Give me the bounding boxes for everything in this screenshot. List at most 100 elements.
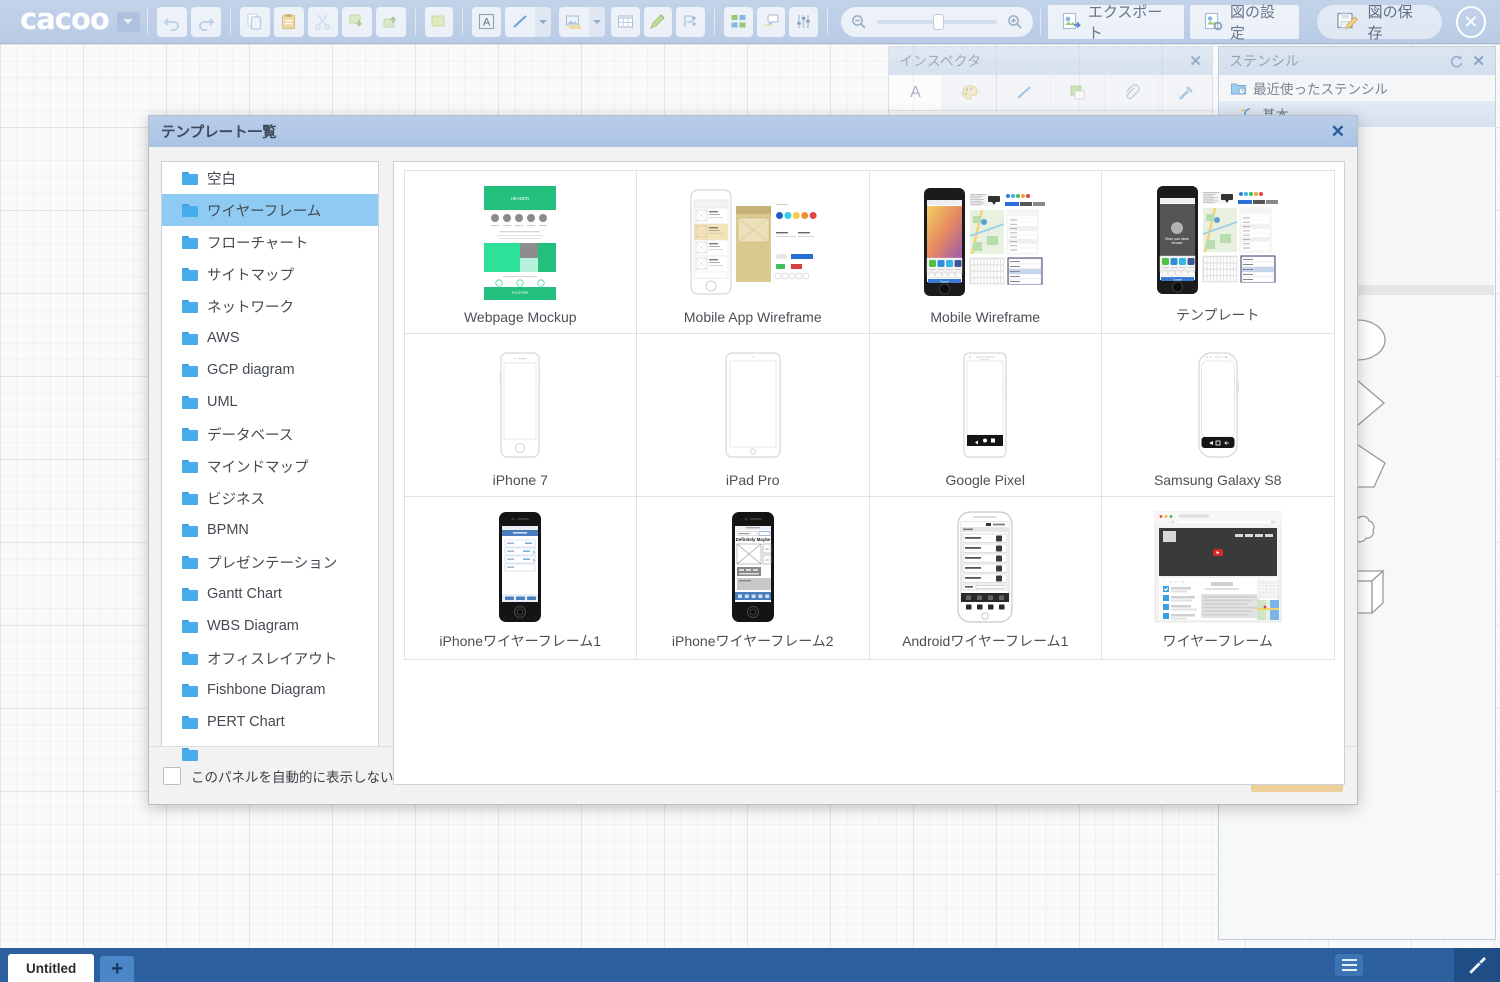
bottom-menu-button[interactable]: [1328, 948, 1370, 982]
category-item-13[interactable]: Gantt Chart: [162, 578, 378, 610]
category-item-2[interactable]: フローチャート: [162, 226, 378, 258]
diagram-settings-button[interactable]: 図の設定: [1190, 4, 1299, 42]
sheet-tab-untitled[interactable]: Untitled: [8, 954, 95, 982]
svg-text:Cancel: Cancel: [1173, 277, 1182, 281]
folder-icon: [182, 203, 198, 217]
comment-icon[interactable]: [756, 6, 786, 37]
add-sheet-button[interactable]: +: [100, 956, 135, 982]
fill-icon[interactable]: [424, 6, 454, 37]
cacoo-logo: cacoo: [20, 2, 110, 36]
undo-icon[interactable]: [156, 6, 187, 37]
close-icon[interactable]: ✕: [1455, 5, 1486, 38]
inspector-tab-line[interactable]: [997, 75, 1051, 110]
line-tool-icon[interactable]: [504, 6, 535, 37]
template-card-5[interactable]: iPad Pro: [636, 332, 870, 497]
redo-icon[interactable]: [190, 6, 221, 37]
hamburger-icon[interactable]: [1335, 954, 1363, 976]
inspector-tab-link[interactable]: [1105, 75, 1159, 110]
zoom-in-icon[interactable]: [1007, 14, 1023, 30]
inspector-tab-palette[interactable]: [943, 75, 997, 110]
template-card-6[interactable]: Google Pixel: [868, 332, 1102, 497]
category-sidebar[interactable]: 空白ワイヤーフレームフローチャートサイトマップ ネットワーク AWS GCP diag…: [161, 161, 379, 785]
line-tool-caret[interactable]: [534, 6, 551, 37]
category-item-6[interactable]: GCP diagram: [162, 354, 378, 386]
logo-dropdown-caret[interactable]: [116, 11, 140, 32]
toolbar-group-history: [155, 6, 223, 37]
template-thumbnail-image: [870, 340, 1102, 472]
toolbar-divider: [713, 8, 715, 35]
template-thumbnail-panel[interactable]: HEADER FOOTER Webpage Mockup Mobile App Wir…: [393, 161, 1345, 785]
folder-icon: [182, 235, 198, 249]
zoom-slider-knob[interactable]: [932, 13, 944, 30]
resize-handle-icon[interactable]: [1454, 948, 1500, 982]
dont-show-checkbox[interactable]: [163, 766, 181, 785]
zoom-slider-control[interactable]: [840, 6, 1033, 37]
inspector-close-icon[interactable]: ✕: [1189, 52, 1202, 70]
category-item-12[interactable]: プレゼンテーション: [162, 546, 378, 578]
inspector-tab-tools[interactable]: [1159, 75, 1212, 110]
category-item-16[interactable]: Fishbone Diagram: [162, 674, 378, 706]
category-item-0[interactable]: 空白: [162, 162, 378, 194]
stencil-item-recent[interactable]: 最近使ったステンシル: [1219, 75, 1495, 101]
template-grid: HEADER FOOTER Webpage Mockup Mobile App Wir…: [394, 162, 1344, 660]
paste-icon[interactable]: [273, 6, 304, 37]
template-card-9[interactable]: Definitely Maybe AD AD iPhoneワイヤーフレーム2: [636, 495, 870, 660]
refresh-icon[interactable]: [1449, 54, 1464, 69]
template-card-7[interactable]: Samsung Galaxy S8: [1101, 332, 1335, 497]
zoom-slider-track[interactable]: [876, 13, 997, 30]
category-label: Gantt Chart: [207, 586, 282, 602]
category-label: 空白: [207, 171, 236, 188]
dialog-body: 空白ワイヤーフレームフローチャートサイトマップ ネットワーク AWS GCP diag…: [149, 147, 1357, 785]
template-card-4[interactable]: iPhone 7: [403, 332, 637, 497]
template-card-1[interactable]: Mobile App Wireframe: [636, 169, 870, 334]
pen-icon[interactable]: [643, 6, 673, 37]
copy-icon[interactable]: [239, 6, 270, 37]
image-tool-caret[interactable]: [588, 6, 605, 37]
sliders-icon[interactable]: [789, 6, 818, 37]
template-label: Mobile App Wireframe: [683, 308, 822, 325]
template-card-0[interactable]: HEADER FOOTER Webpage Mockup: [403, 169, 637, 334]
inspector-title-bar: インスペクタ ✕: [889, 47, 1212, 75]
template-thumbnail-image: Definitely Maybe AD AD: [637, 503, 869, 631]
template-card-3[interactable]: Move your ideas forward Cancel テンプレート: [1101, 169, 1335, 334]
zoom-out-icon[interactable]: [851, 14, 867, 30]
category-label: フローチャート: [207, 235, 309, 252]
template-card-11[interactable]: ← → ⟳ f in y G ワイヤーフレーム: [1101, 495, 1335, 660]
folder-icon: [182, 363, 198, 377]
template-card-8[interactable]: iPhoneワイヤーフレーム1: [403, 495, 637, 660]
bring-forward-icon[interactable]: [341, 6, 372, 37]
template-label: Mobile Wireframe: [930, 308, 1041, 325]
template-card-10[interactable]: Androidワイヤーフレーム1: [868, 495, 1102, 660]
inspector-tab-shape[interactable]: [1051, 75, 1105, 110]
category-item-5[interactable]: AWS: [162, 322, 378, 354]
category-item-4[interactable]: ネットワーク: [162, 290, 378, 322]
svg-text:f: f: [1163, 580, 1164, 584]
text-tool-icon[interactable]: A: [472, 6, 501, 37]
freehand-icon[interactable]: [676, 6, 705, 37]
stencil-icon[interactable]: [723, 6, 753, 37]
category-item-7[interactable]: UML: [162, 386, 378, 418]
export-button[interactable]: エクスポート: [1047, 4, 1185, 42]
category-item-11[interactable]: BPMN: [162, 514, 378, 546]
dialog-close-icon[interactable]: ✕: [1331, 122, 1345, 142]
send-backward-icon[interactable]: [375, 6, 406, 37]
cut-icon[interactable]: [307, 6, 338, 37]
category-item-15[interactable]: オフィスレイアウト: [162, 642, 378, 674]
category-item-17[interactable]: PERT Chart: [162, 706, 378, 738]
image-icon[interactable]: [558, 6, 589, 37]
template-card-2[interactable]: Cancel Mobile Wireframe: [868, 169, 1102, 334]
inspector-tab-text[interactable]: A: [889, 75, 943, 110]
stencil-close-icon[interactable]: ✕: [1472, 52, 1485, 70]
save-diagram-button[interactable]: 図の保存: [1316, 4, 1442, 42]
category-label: AWS: [207, 330, 240, 346]
category-item-9[interactable]: マインドマップ: [162, 450, 378, 482]
category-item-1[interactable]: ワイヤーフレーム: [162, 194, 378, 226]
toolbar-group-clipboard: [238, 6, 408, 37]
category-item-10[interactable]: ビジネス: [162, 482, 378, 514]
category-item-3[interactable]: サイトマップ: [162, 258, 378, 290]
table-icon[interactable]: [610, 6, 640, 37]
category-label: GCP diagram: [207, 362, 295, 378]
category-item-14[interactable]: WBS Diagram: [162, 610, 378, 642]
toolbar-right-group: エクスポート 図の設定 図の保存 ✕: [1047, 4, 1492, 42]
category-item-8[interactable]: データベース: [162, 418, 378, 450]
